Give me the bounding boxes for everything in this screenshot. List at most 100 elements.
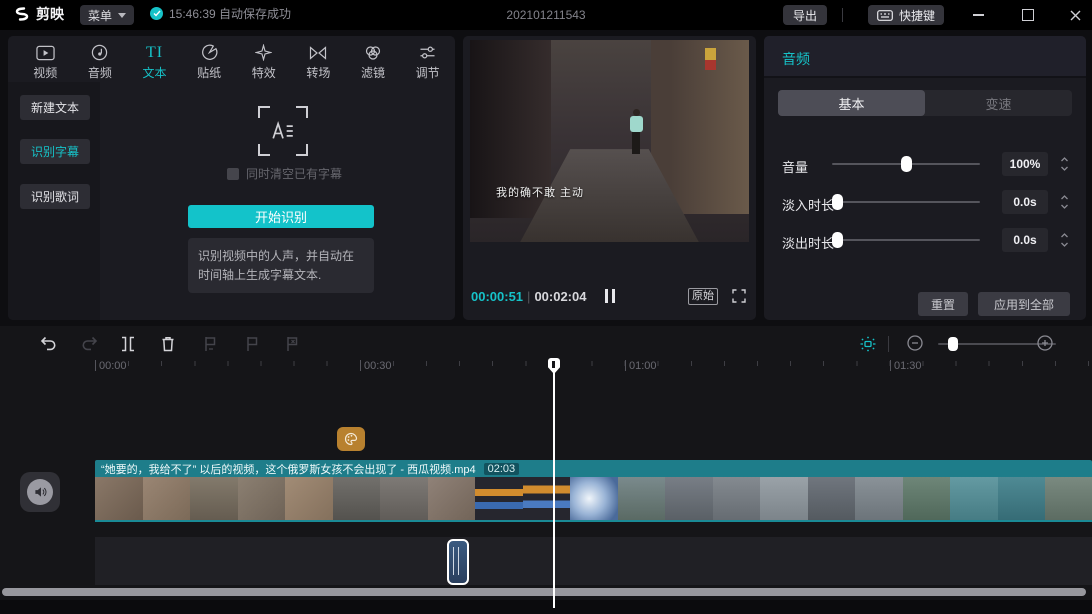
fade-out-slider-handle[interactable] [832, 232, 843, 248]
fade-out-stepper[interactable] [1056, 228, 1072, 252]
clip-thumbnail [380, 477, 428, 520]
fade-out-slider[interactable] [832, 232, 980, 248]
timeline-zoom-handle[interactable] [948, 337, 958, 351]
mark-ai-button[interactable] [200, 334, 220, 354]
auto-snap-button[interactable] [858, 334, 878, 354]
transition-tab-icon [309, 43, 327, 62]
text-tab-icon: TI [146, 43, 164, 61]
clip-thumbnail [332, 477, 380, 520]
scene-sign [704, 48, 716, 71]
playhead-line[interactable] [553, 360, 555, 608]
clip-thumbnail [855, 477, 903, 520]
fade-in-value[interactable]: 0.0s [1002, 190, 1048, 214]
clip-thumbnail [617, 477, 665, 520]
tab-filter[interactable]: 滤镜 [346, 36, 401, 82]
clip-thumbnail [1045, 477, 1092, 520]
recognize-subtitle-icon [258, 106, 308, 156]
volume-slider[interactable] [832, 156, 980, 172]
timeline-horizontal-scrollbar[interactable] [2, 588, 1086, 596]
tab-sticker[interactable]: 贴纸 [182, 36, 237, 82]
export-button[interactable]: 导出 [783, 5, 828, 25]
selected-text-clip[interactable] [447, 539, 469, 585]
sidebar-item-new-text[interactable]: 新建文本 [20, 95, 90, 120]
tab-audio[interactable]: 音频 [73, 36, 128, 82]
tab-basic[interactable]: 基本 [778, 90, 925, 116]
text-subpanel-sidebar: 新建文本 识别字幕 识别歌词 [8, 82, 100, 320]
fade-out-value[interactable]: 0.0s [1002, 228, 1048, 252]
close-button[interactable] [1060, 0, 1090, 30]
current-time: 00:00:51 [471, 289, 524, 304]
shortcuts-label: 快捷键 [899, 8, 936, 23]
total-time: 00:02:04 [534, 289, 587, 304]
volume-stepper[interactable] [1056, 152, 1072, 176]
fullscreen-button[interactable] [732, 289, 746, 303]
flag-x-icon [287, 337, 298, 351]
pause-icon [604, 289, 608, 303]
tab-transition[interactable]: 转场 [291, 36, 346, 82]
media-tab-bar: 视频 音频 TI 文本 贴纸 特效 转场 滤镜 调节 [8, 36, 455, 82]
mark-remove-button[interactable] [282, 334, 302, 354]
video-preview-canvas[interactable]: 我的确不敢 主动 [470, 40, 749, 242]
clip-thumbnail [807, 477, 855, 520]
jianying-logo-icon [10, 6, 30, 22]
maximize-button[interactable] [1013, 0, 1043, 30]
zoom-out-button[interactable] [906, 334, 926, 354]
recognize-subtitle-content: 同时清空已有字幕 开始识别 识别视频中的人声，并自动在时间轴上生成字幕文本. [100, 82, 455, 320]
tab-adjust[interactable]: 调节 [400, 36, 455, 82]
ruler-label: 01:00 [625, 360, 657, 372]
volume-slider-handle[interactable] [901, 156, 912, 172]
flag-ai-icon [205, 337, 216, 351]
fade-in-stepper[interactable] [1056, 190, 1072, 214]
tab-text[interactable]: TI 文本 [127, 36, 182, 82]
zoom-in-icon [1037, 335, 1053, 351]
mark-flag-button[interactable] [242, 334, 262, 354]
tab-effects[interactable]: 特效 [237, 36, 292, 82]
fade-in-slider[interactable] [832, 194, 980, 210]
fade-out-label: 淡出时长 [782, 236, 835, 251]
shortcuts-button[interactable]: 快捷键 [868, 5, 945, 25]
app-logo-text: 剪映 [36, 6, 64, 22]
clip-thumbnail [190, 477, 238, 520]
video-clip-title: “她要的，我给不了” 以后的视频，这个俄罗斯女孩不会出现了 - 西瓜视频.mp4 [101, 463, 476, 476]
timeline-panel: 00:00 00:30 01:00 01:30 “她要的，我给不了” 以后的视频… [0, 326, 1092, 614]
undo-button[interactable] [38, 334, 58, 354]
track-mute-button[interactable] [20, 472, 60, 512]
clip-thumbnail [95, 477, 143, 520]
sidebar-item-recognize-lyrics[interactable]: 识别歌词 [20, 184, 90, 209]
reset-button[interactable]: 重置 [918, 292, 968, 316]
audio-tab-icon [91, 43, 108, 62]
clip-thumbnail [427, 477, 475, 520]
palette-icon [344, 432, 358, 446]
clip-thumbnail [237, 477, 285, 520]
menu-button[interactable]: 菜单 [80, 5, 135, 25]
clear-subtitle-label: 同时清空已有字幕 [246, 167, 343, 181]
split-icon [122, 336, 134, 352]
sidebar-item-recognize-subtitle[interactable]: 识别字幕 [20, 139, 90, 164]
tab-video[interactable]: 视频 [18, 36, 73, 82]
original-quality-button[interactable]: 原始 [688, 288, 718, 305]
autosave-check-icon [150, 7, 163, 20]
fullscreen-icon [732, 289, 746, 303]
clear-subtitle-checkbox[interactable] [227, 167, 239, 180]
filter-tab-icon [364, 43, 382, 62]
media-library-panel: 视频 音频 TI 文本 贴纸 特效 转场 滤镜 调节 新建文本 识别字幕 识别歌… [8, 36, 455, 320]
start-recognition-button[interactable]: 开始识别 [188, 205, 374, 228]
redo-button[interactable] [80, 334, 100, 354]
tab-speed[interactable]: 变速 [925, 90, 1072, 116]
topbar-divider [842, 8, 843, 22]
pause-button[interactable] [604, 289, 615, 303]
clip-thumbnail [997, 477, 1045, 520]
video-clip-filmstrip [95, 477, 1092, 522]
split-button[interactable] [118, 334, 138, 354]
filter-marker-badge[interactable] [337, 427, 365, 451]
effects-tab-icon [255, 43, 273, 62]
audio-tab-switcher: 基本 变速 [778, 90, 1072, 116]
zoom-in-button[interactable] [1036, 334, 1056, 354]
minimize-button[interactable] [963, 0, 993, 30]
timeline-ruler[interactable]: 00:00 00:30 01:00 01:30 [0, 358, 1092, 376]
video-clip[interactable]: “她要的，我给不了” 以后的视频，这个俄罗斯女孩不会出现了 - 西瓜视频.mp4… [95, 460, 1092, 522]
apply-to-all-button[interactable]: 应用到全部 [978, 292, 1070, 316]
fade-in-slider-handle[interactable] [832, 194, 843, 210]
delete-button[interactable] [158, 334, 178, 354]
volume-value[interactable]: 100% [1002, 152, 1048, 176]
